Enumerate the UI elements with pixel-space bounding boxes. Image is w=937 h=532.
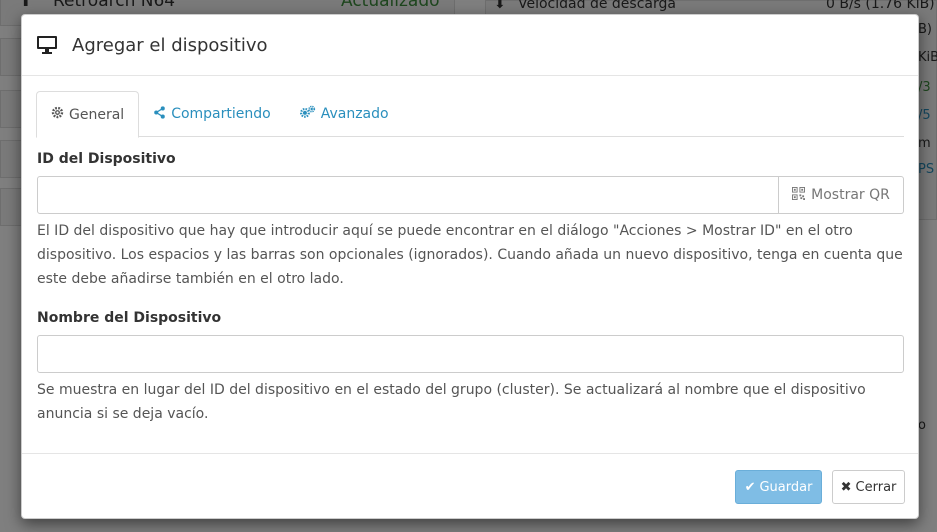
monitor-icon	[36, 35, 58, 55]
device-name-input[interactable]	[37, 335, 904, 373]
show-qr-label: Mostrar QR	[811, 187, 890, 203]
show-qr-button[interactable]: Mostrar QR	[779, 176, 904, 214]
save-button[interactable]: ✔ Guardar	[735, 470, 822, 504]
close-button[interactable]: ✖ Cerrar	[832, 470, 905, 504]
device-id-input[interactable]	[37, 176, 779, 214]
dialog-title: Agregar el dispositivo	[72, 34, 268, 56]
gears-icon	[299, 105, 316, 123]
share-icon	[153, 105, 166, 123]
dialog-body: General Compartiendo Avanzado	[36, 91, 904, 138]
check-icon: ✔	[744, 479, 756, 495]
device-name-help: Se muestra en lugar del ID del dispositi…	[37, 382, 866, 422]
add-device-dialog: Agregar el dispositivo General Compartie…	[21, 14, 919, 519]
tab-advanced-label: Avanzado	[320, 106, 389, 122]
device-id-help: El ID del dispositivo que hay que introd…	[37, 223, 903, 287]
tab-sharing[interactable]: Compartiendo	[139, 91, 285, 137]
tab-sharing-label: Compartiendo	[171, 106, 271, 122]
tab-bar: General Compartiendo Avanzado	[36, 91, 904, 138]
save-button-label: Guardar	[759, 479, 813, 495]
dialog-header: Agregar el dispositivo	[22, 15, 918, 76]
tab-general-label: General	[69, 106, 125, 123]
tab-advanced[interactable]: Avanzado	[285, 91, 403, 137]
gear-icon	[51, 106, 64, 123]
dialog-footer: ✔ Guardar ✖ Cerrar	[22, 453, 918, 518]
qrcode-icon	[792, 186, 806, 204]
tab-general[interactable]: General	[36, 91, 140, 138]
close-icon: ✖	[840, 479, 852, 495]
device-name-label: Nombre del Dispositivo	[37, 310, 222, 326]
device-id-label: ID del Dispositivo	[37, 151, 176, 167]
device-id-input-group: Mostrar QR	[37, 176, 904, 214]
close-button-label: Cerrar	[855, 479, 897, 495]
